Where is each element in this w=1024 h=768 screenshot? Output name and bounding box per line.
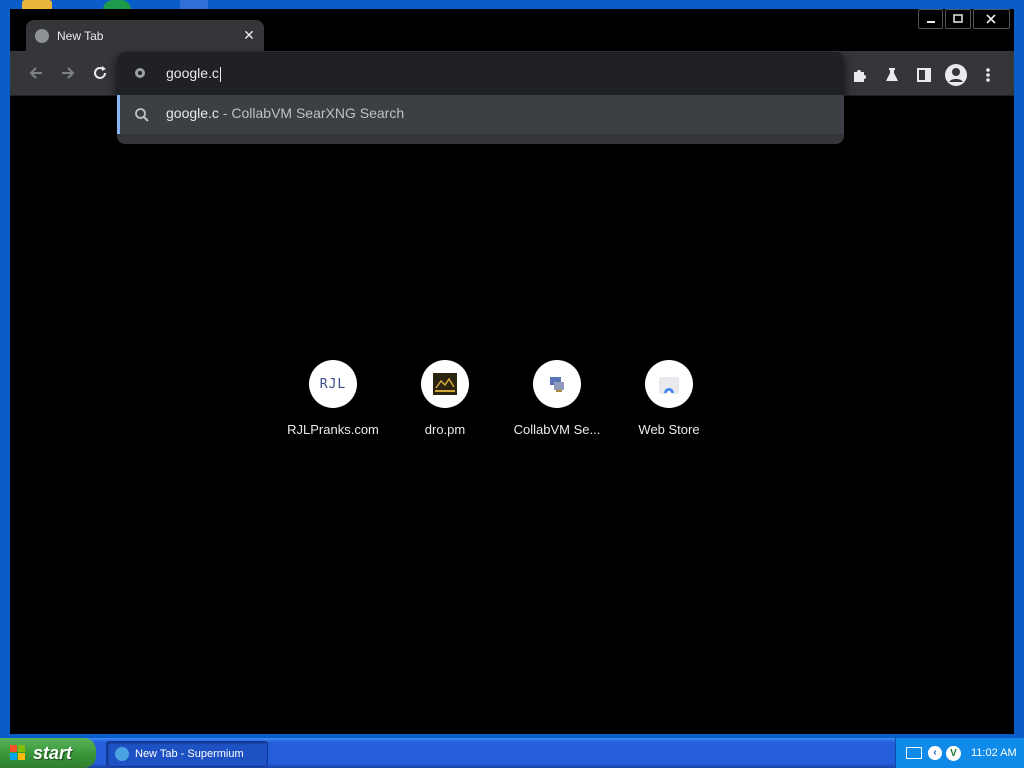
close-window-button[interactable] bbox=[972, 9, 1010, 29]
back-button[interactable] bbox=[24, 61, 48, 85]
reload-button[interactable] bbox=[88, 61, 112, 85]
omnibox[interactable]: google.c bbox=[117, 52, 844, 95]
start-label: start bbox=[33, 742, 73, 763]
minimize-button[interactable] bbox=[918, 9, 944, 29]
search-icon bbox=[135, 108, 149, 122]
suggestion-description: - CollabVM SearXNG Search bbox=[218, 105, 405, 121]
tab-close-button[interactable]: ✕ bbox=[240, 26, 258, 44]
side-panel-button[interactable] bbox=[912, 63, 936, 87]
clock: 11:02 AM bbox=[971, 747, 1017, 759]
taskbar-item-label: New Tab - Supermium bbox=[135, 748, 244, 760]
web-store-logo-icon bbox=[659, 377, 679, 395]
shortcut-label: Web Store bbox=[638, 422, 700, 437]
rjl-logo-text: RJL bbox=[319, 376, 347, 392]
omnibox-dropdown: google.c google.c - CollabVM SearXNG Sea… bbox=[117, 52, 844, 144]
profile-button[interactable] bbox=[944, 63, 968, 87]
shortcut-dro-pm[interactable]: dro.pm bbox=[389, 360, 501, 437]
text-caret bbox=[219, 66, 221, 82]
shortcut-label: dro.pm bbox=[424, 422, 466, 437]
omnibox-input[interactable]: google.c bbox=[166, 65, 221, 82]
system-tray: ‹ V 11:02 AM bbox=[895, 738, 1024, 768]
chevron-left-icon[interactable]: ‹ bbox=[928, 746, 942, 760]
start-button[interactable]: start bbox=[0, 738, 96, 768]
window-controls bbox=[918, 9, 1010, 29]
search-engine-icon bbox=[135, 68, 145, 78]
extensions-button[interactable] bbox=[848, 63, 872, 87]
shortcut-collabvm[interactable]: CollabVM Se... bbox=[501, 360, 613, 437]
suggestion-text: google.c - CollabVM SearXNG Search bbox=[166, 105, 404, 121]
dro-thumbnail-icon bbox=[433, 373, 457, 395]
maximize-button[interactable] bbox=[945, 9, 971, 29]
rjl-logo-icon: RJL bbox=[309, 360, 357, 408]
shortcut-label: RJLPranks.com bbox=[287, 422, 379, 437]
dro-pm-icon bbox=[421, 360, 469, 408]
more-vert-icon bbox=[986, 68, 990, 82]
supermium-icon bbox=[115, 747, 129, 761]
omnibox-suggestion[interactable]: google.c - CollabVM SearXNG Search bbox=[117, 95, 844, 134]
side-panel-icon bbox=[917, 68, 931, 82]
maximize-icon bbox=[953, 14, 963, 23]
shortcut-label: CollabVM Se... bbox=[513, 422, 601, 437]
keyboard-icon[interactable] bbox=[906, 747, 922, 759]
reload-icon bbox=[94, 66, 106, 79]
collabvm-logo-icon bbox=[550, 377, 564, 392]
shortcut-web-store[interactable]: Web Store bbox=[613, 360, 725, 437]
arrow-right-icon bbox=[62, 67, 75, 79]
web-store-icon bbox=[645, 360, 693, 408]
arrow-left-icon bbox=[29, 67, 42, 79]
collabvm-icon bbox=[533, 360, 581, 408]
minimize-icon bbox=[926, 21, 935, 23]
menu-button[interactable] bbox=[976, 63, 1000, 87]
puzzle-icon bbox=[854, 70, 866, 82]
omnibox-typed-text: google.c bbox=[166, 65, 219, 81]
close-icon bbox=[986, 14, 996, 24]
suggestion-query: google.c bbox=[166, 105, 219, 121]
taskbar-item-supermium[interactable]: New Tab - Supermium bbox=[106, 741, 268, 767]
tab-new-tab[interactable]: New Tab ✕ bbox=[26, 20, 264, 51]
labs-button[interactable] bbox=[880, 63, 904, 87]
windows-logo-icon bbox=[10, 745, 26, 761]
avatar-icon bbox=[945, 64, 967, 86]
shortcut-rjlpranks[interactable]: RJL RJLPranks.com bbox=[277, 360, 389, 437]
taskbar: start New Tab - Supermium ‹ V 11:02 AM bbox=[0, 738, 1024, 768]
flask-icon bbox=[886, 68, 898, 81]
tab-strip: New Tab ✕ bbox=[10, 9, 1014, 51]
globe-icon bbox=[35, 29, 49, 43]
vm-tray-icon[interactable]: V bbox=[946, 745, 961, 761]
forward-button[interactable] bbox=[56, 61, 80, 85]
tab-title: New Tab bbox=[57, 29, 104, 43]
